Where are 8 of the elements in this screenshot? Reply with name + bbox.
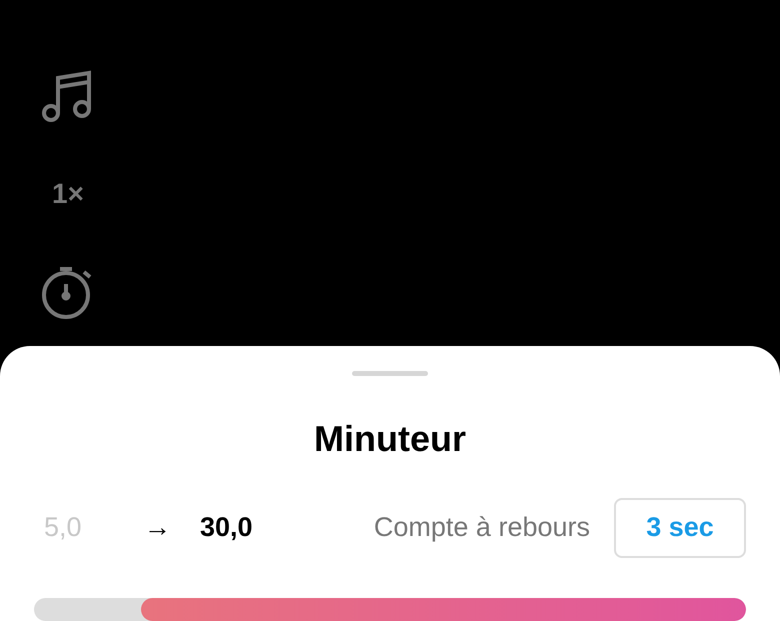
speed-toggle[interactable]: 1× (52, 178, 84, 210)
music-note-icon[interactable] (42, 69, 94, 123)
arrow-glyph: → (144, 512, 172, 544)
drag-handle[interactable] (352, 371, 428, 376)
countdown-button[interactable]: 3 sec (614, 498, 746, 558)
countdown-label: Compte à rebours (374, 512, 590, 544)
end-time: 30,0 (200, 512, 253, 544)
sheet-title: Minuteur (314, 418, 466, 460)
